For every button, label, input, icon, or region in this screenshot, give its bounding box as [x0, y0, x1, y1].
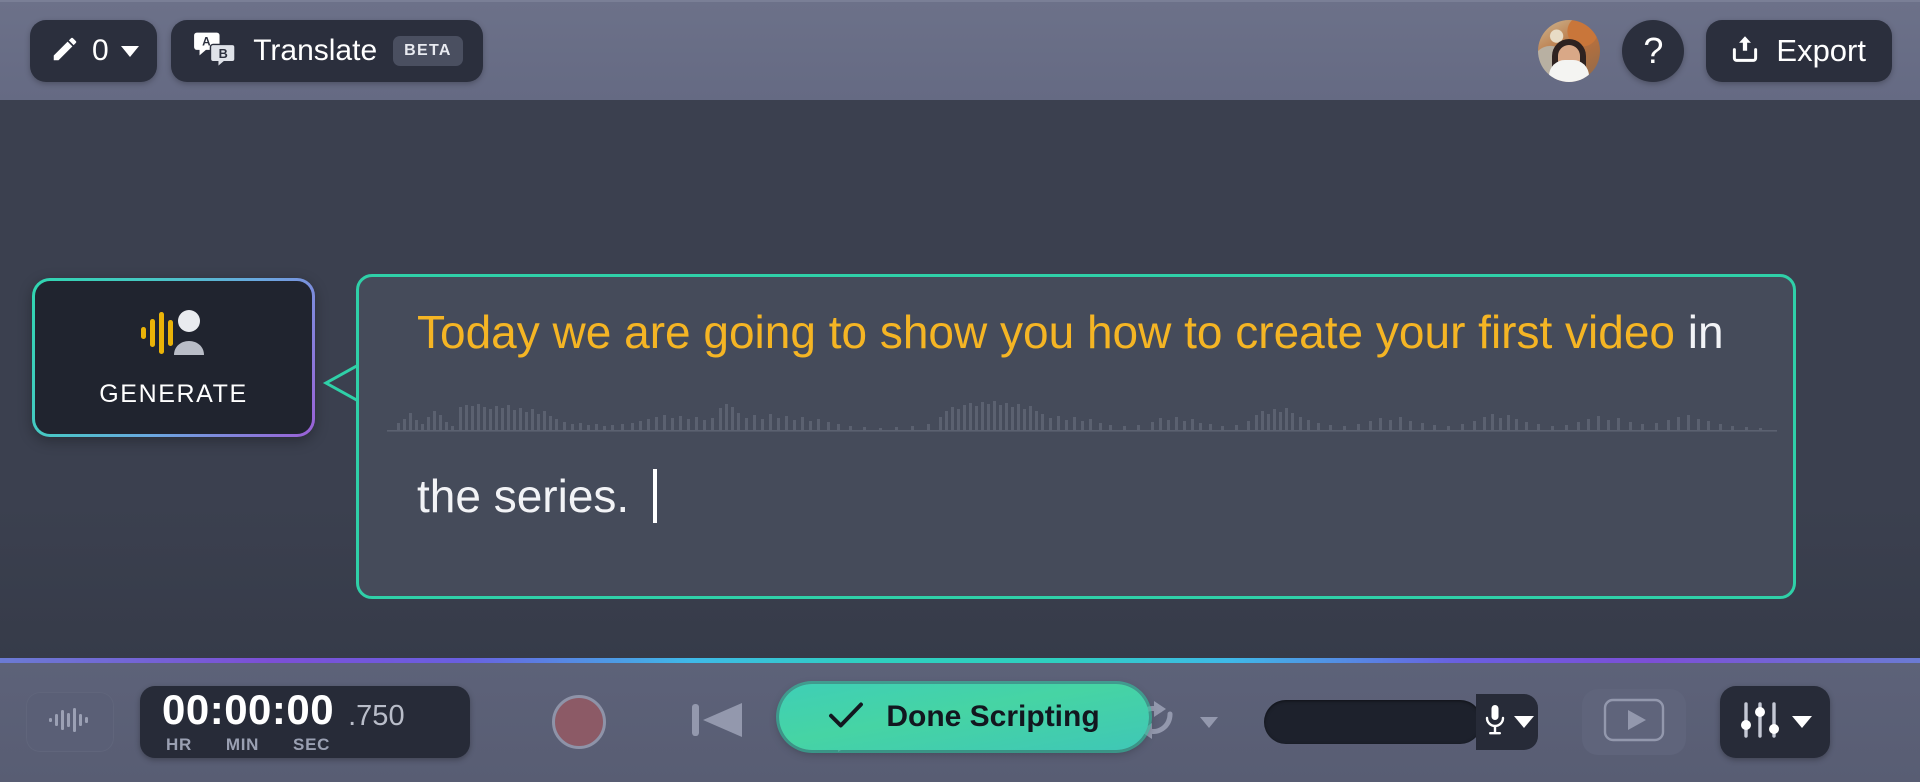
microphone-selector[interactable]	[1476, 694, 1538, 750]
audio-waveform-button[interactable]	[26, 692, 114, 752]
mic-dropdown-chevron-down-icon[interactable]	[1514, 716, 1534, 728]
app-window: 0 A B Translate BETA ? Export GENERATE T…	[0, 0, 1920, 782]
beta-badge: BETA	[393, 36, 463, 66]
translate-button[interactable]: A B Translate BETA	[171, 20, 483, 82]
loop-dropdown-chevron-down-icon[interactable]	[1200, 716, 1218, 728]
timecode-milliseconds: .750	[348, 700, 405, 732]
script-plain-text: in	[1687, 306, 1724, 358]
timecode-unit-hr: HR	[166, 735, 192, 754]
video-preview-icon	[1602, 697, 1666, 748]
user-avatar[interactable]	[1538, 20, 1601, 82]
translate-label: Translate	[253, 34, 378, 67]
text-caret-icon	[653, 469, 658, 523]
chevron-down-icon[interactable]	[121, 45, 140, 57]
voice-person-icon	[138, 307, 210, 364]
script-highlighted-text: Today we are going to show you how to cr…	[417, 306, 1676, 358]
export-label: Export	[1776, 33, 1866, 68]
generate-button[interactable]: GENERATE	[32, 278, 315, 437]
done-scripting-button[interactable]: Done Scripting	[779, 684, 1149, 750]
timecode-unit-sec: SEC	[293, 735, 331, 754]
pencil-icon	[50, 34, 80, 69]
mixer-dropdown-chevron-down-icon[interactable]	[1792, 716, 1812, 728]
script-waveform	[387, 401, 1777, 432]
generate-label: GENERATE	[99, 379, 248, 408]
mixer-faders-icon	[1738, 698, 1782, 747]
done-scripting-container: Done Scripting	[757, 670, 1170, 762]
top-toolbar: 0 A B Translate BETA ? Export	[0, 0, 1920, 100]
svg-text:A: A	[202, 34, 211, 48]
toolbar-left-group: 0 A B Translate BETA	[0, 20, 483, 82]
pen-tool-button[interactable]: 0	[30, 20, 158, 82]
timecode-main: 00:00:00 HR MIN SEC	[162, 689, 334, 755]
gradient-separator	[0, 658, 1920, 663]
record-button[interactable]	[552, 695, 606, 749]
video-preview-button[interactable]	[1582, 689, 1686, 755]
svg-text:B: B	[219, 46, 228, 61]
check-icon	[828, 700, 864, 735]
script-line-2-text: the series.	[417, 470, 630, 522]
toolbar-right-group: ? Export	[1538, 20, 1920, 82]
translate-ab-icon: A B	[193, 29, 237, 74]
input-level-meter	[1264, 700, 1482, 744]
upload-icon	[1728, 32, 1762, 71]
script-editor-area: GENERATE Today we are going to show you …	[0, 100, 1920, 750]
timecode-display[interactable]: 00:00:00 HR MIN SEC .750	[140, 686, 470, 758]
done-scripting-label: Done Scripting	[886, 700, 1100, 733]
help-button[interactable]: ?	[1622, 20, 1685, 82]
script-textarea[interactable]: Today we are going to show you how to cr…	[356, 274, 1796, 599]
microphone-icon	[1482, 703, 1508, 742]
script-line-1: Today we are going to show you how to cr…	[417, 309, 1737, 355]
skip-back-button[interactable]	[686, 695, 748, 750]
mixer-button[interactable]	[1720, 686, 1830, 758]
pen-count-label: 0	[92, 34, 110, 67]
script-line-2: the series.	[417, 469, 658, 523]
timecode-units: HR MIN SEC	[162, 735, 334, 755]
export-button[interactable]: Export	[1706, 20, 1892, 82]
timecode-unit-min: MIN	[225, 735, 260, 754]
waveform-icon	[47, 705, 93, 740]
timecode-digits: 00:00:00	[162, 686, 335, 733]
